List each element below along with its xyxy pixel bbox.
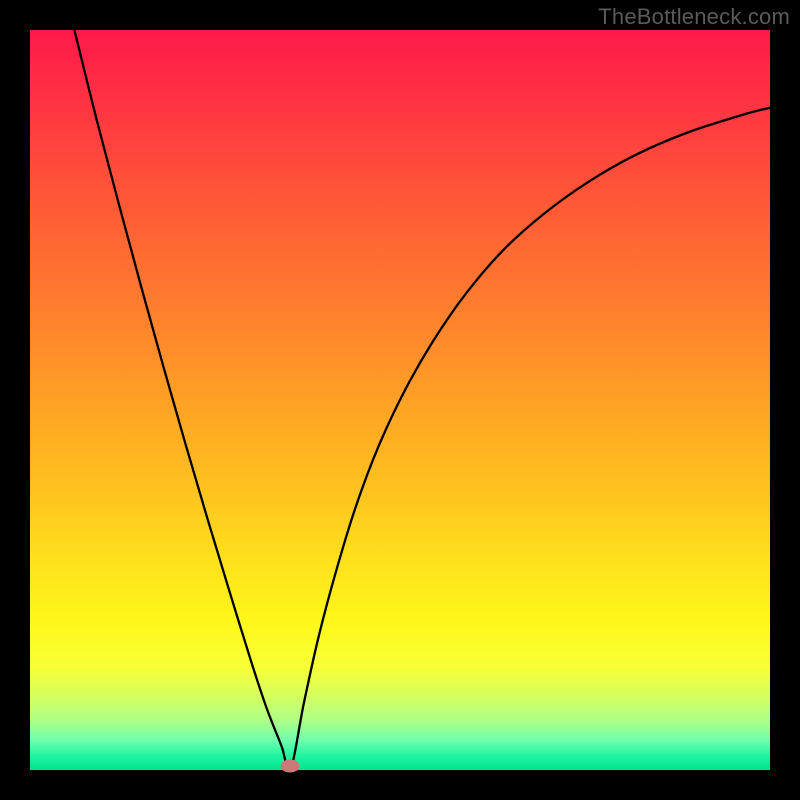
bottleneck-curve bbox=[74, 30, 770, 771]
watermark-text: TheBottleneck.com bbox=[598, 4, 790, 30]
minimum-marker bbox=[281, 760, 300, 773]
chart-stage: TheBottleneck.com bbox=[0, 0, 800, 800]
curve-layer bbox=[30, 30, 770, 770]
